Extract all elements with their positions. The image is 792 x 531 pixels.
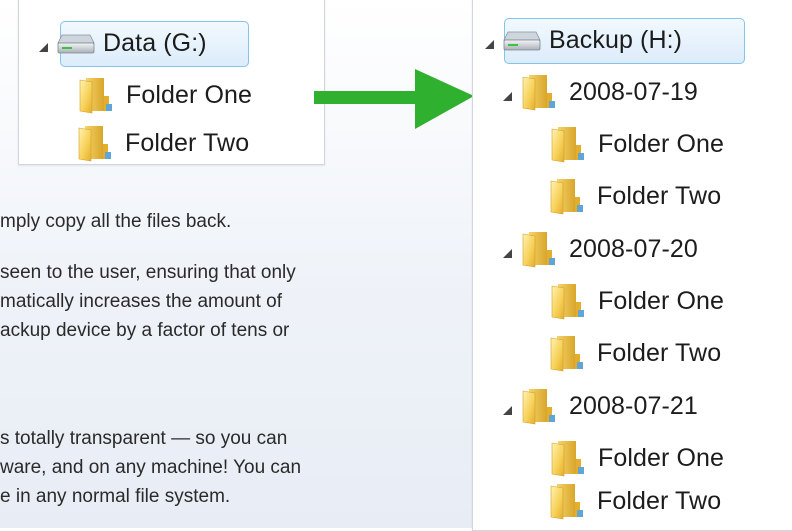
tree-item-folder-one[interactable]: Folder One: [525, 120, 725, 168]
text-line: s totally transparent — so you can: [0, 428, 288, 449]
folder-label: Folder One: [598, 129, 725, 158]
tree-item-snapshot[interactable]: 2008-07-20: [503, 225, 698, 273]
folder-icon: [550, 439, 586, 477]
text-line: ackup device by a factor of tens or: [0, 320, 290, 341]
folder-icon: [549, 482, 585, 520]
folder-label: Folder One: [598, 286, 725, 315]
folder-icon: [521, 73, 557, 111]
folder-icon: [549, 334, 585, 372]
tree-item-backup-drive[interactable]: Backup (H:): [485, 16, 682, 64]
article-text: mply copy all the files back. seen to th…: [0, 0, 472, 528]
folder-icon: [550, 125, 586, 163]
collapse-arrow-icon[interactable]: [525, 136, 536, 152]
folder-label: Folder Two: [597, 486, 722, 515]
text-line: ware, and on any machine! You can: [0, 457, 302, 478]
tree-item-folder-two[interactable]: Folder Two: [549, 329, 721, 377]
text-line: e in any normal file system.: [0, 486, 231, 507]
collapse-arrow-icon[interactable]: [525, 450, 536, 466]
folder-label: Folder Two: [597, 181, 722, 210]
expand-arrow-icon[interactable]: [503, 91, 512, 101]
snapshot-label: 2008-07-19: [569, 77, 698, 106]
text-line: mply copy all the files back.: [0, 211, 232, 232]
text-line: matically increases the amount of: [0, 291, 282, 312]
snapshot-label: 2008-07-21: [569, 391, 698, 420]
folder-label: Folder One: [598, 443, 725, 472]
folder-label: Folder Two: [597, 338, 722, 367]
tree-item-folder-two[interactable]: Folder Two: [549, 172, 721, 220]
expand-arrow-icon[interactable]: [503, 405, 512, 415]
collapse-arrow-icon[interactable]: [525, 293, 536, 309]
drive-label: Backup (H:): [549, 25, 683, 54]
expand-arrow-icon[interactable]: [485, 39, 494, 49]
tree-item-folder-two[interactable]: Folder Two: [549, 477, 721, 525]
folder-icon: [521, 387, 557, 425]
snapshot-label: 2008-07-20: [569, 234, 698, 263]
text-line: seen to the user, ensuring that only: [0, 262, 296, 283]
tree-item-snapshot[interactable]: 2008-07-19: [503, 68, 698, 116]
tree-item-folder-one[interactable]: Folder One: [525, 277, 725, 325]
tree-item-folder-one[interactable]: Folder One: [525, 434, 725, 482]
folder-icon: [521, 230, 557, 268]
tree-item-snapshot[interactable]: 2008-07-21: [503, 382, 698, 430]
folder-icon: [550, 282, 586, 320]
folder-icon: [549, 177, 585, 215]
expand-arrow-icon[interactable]: [503, 248, 512, 258]
drive-icon: [503, 28, 541, 52]
backup-tree-panel: Backup (H:) 2008-07-19 Folder One Folder…: [472, 0, 792, 531]
